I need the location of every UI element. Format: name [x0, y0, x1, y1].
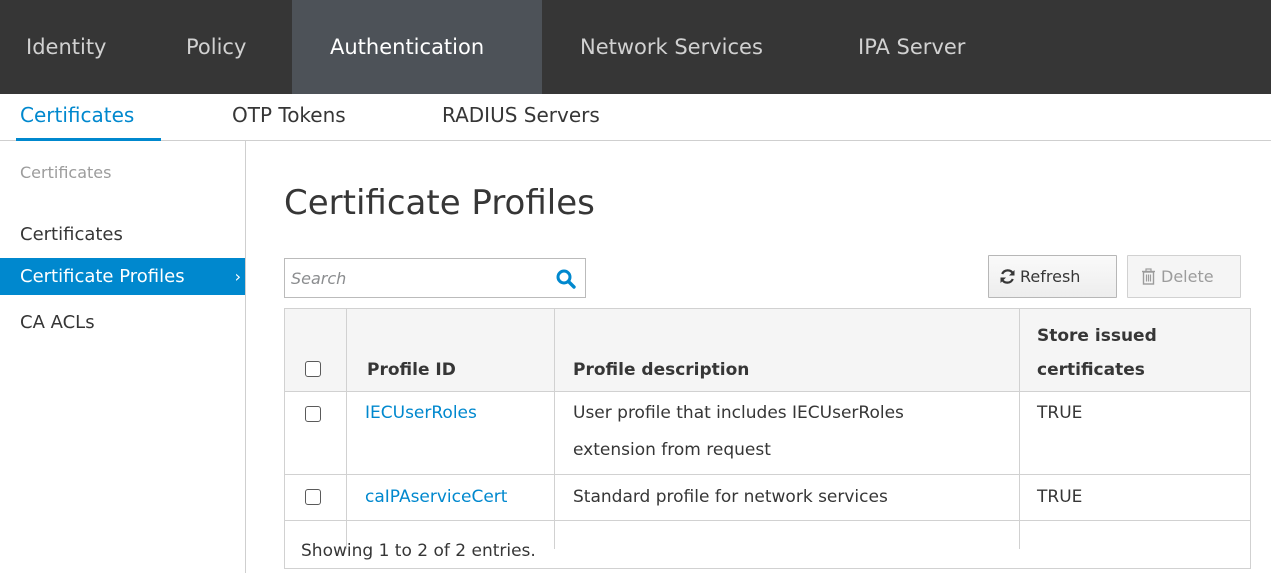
column-header-profile-id[interactable]: Profile ID — [367, 353, 456, 387]
nav-tab-ipa-server[interactable]: IPA Server — [858, 0, 965, 94]
row-checkbox[interactable] — [305, 406, 321, 422]
sidebar-item-certificate-profiles[interactable]: Certificate Profiles › — [0, 258, 245, 295]
sidebar-item-certificates[interactable]: Certificates — [0, 216, 245, 253]
subnav-tab-radius-servers[interactable]: RADIUS Servers — [442, 94, 600, 141]
sidebar-item-label: Certificates — [20, 224, 123, 245]
refresh-label: Refresh — [1020, 267, 1081, 286]
refresh-icon — [1000, 269, 1015, 284]
nav-tab-identity[interactable]: Identity — [26, 0, 106, 94]
column-divider — [1019, 309, 1020, 549]
select-all-checkbox[interactable] — [305, 361, 321, 377]
store-issued-value: TRUE — [1037, 403, 1083, 423]
search-input[interactable] — [285, 259, 545, 297]
store-issued-value: TRUE — [1037, 487, 1083, 507]
sidebar-heading: Certificates — [20, 163, 112, 182]
profile-description: Standard profile for network services — [573, 487, 888, 507]
page-title: Certificate Profiles — [284, 183, 595, 223]
sidebar-item-label: Certificate Profiles — [20, 266, 185, 287]
search-box — [284, 258, 586, 298]
row-checkbox[interactable] — [305, 489, 321, 505]
profile-id-link[interactable]: caIPAserviceCert — [365, 480, 507, 514]
top-navigation: Identity Policy Authentication Network S… — [0, 0, 1271, 94]
nav-tab-authentication[interactable]: Authentication — [292, 0, 542, 94]
row-divider — [285, 520, 1250, 521]
column-header-store-issued-line1[interactable]: Store issued — [1037, 319, 1157, 353]
delete-label: Delete — [1161, 267, 1214, 286]
column-header-store-issued-line2[interactable]: certificates — [1037, 353, 1145, 387]
subnav-tab-certificates[interactable]: Certificates — [20, 94, 134, 141]
sub-navigation: Certificates OTP Tokens RADIUS Servers — [0, 94, 1271, 141]
profile-description-cont: extension from request — [573, 440, 771, 460]
trash-icon — [1142, 268, 1155, 285]
delete-button[interactable]: Delete — [1127, 255, 1241, 298]
column-divider — [346, 309, 347, 549]
column-header-profile-description[interactable]: Profile description — [573, 353, 749, 387]
profiles-table: Profile ID Profile description Store iss… — [284, 308, 1251, 569]
column-divider — [554, 309, 555, 549]
refresh-button[interactable]: Refresh — [988, 255, 1117, 298]
table-footer-info: Showing 1 to 2 of 2 entries. — [301, 541, 536, 561]
sidebar: Certificates Certificates Certificate Pr… — [0, 141, 246, 573]
subnav-tab-otp-tokens[interactable]: OTP Tokens — [232, 94, 346, 141]
nav-tab-policy[interactable]: Policy — [186, 0, 246, 94]
sidebar-item-ca-acls[interactable]: CA ACLs — [0, 304, 245, 341]
profile-id-link[interactable]: IECUserRoles — [365, 396, 477, 430]
chevron-right-icon: › — [234, 267, 241, 286]
sidebar-item-label: CA ACLs — [20, 312, 95, 333]
nav-tab-network-services[interactable]: Network Services — [580, 0, 763, 94]
row-divider — [285, 474, 1250, 475]
search-icon[interactable] — [555, 268, 577, 290]
profile-description: User profile that includes IECUserRoles — [573, 403, 904, 423]
